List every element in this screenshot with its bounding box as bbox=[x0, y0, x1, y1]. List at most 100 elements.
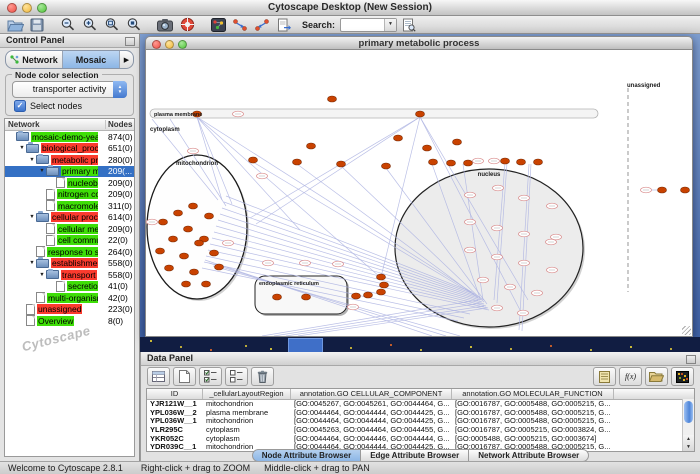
tree-header[interactable]: Network Nodes bbox=[5, 119, 134, 131]
mitochondrion-region[interactable] bbox=[147, 155, 247, 299]
network-node[interactable] bbox=[182, 281, 191, 287]
layout-icon[interactable] bbox=[230, 17, 250, 32]
float-panel-icon[interactable] bbox=[125, 37, 135, 46]
network-node[interactable] bbox=[447, 160, 456, 166]
network-node[interactable] bbox=[352, 293, 361, 299]
expander-icon[interactable]: ▼ bbox=[28, 260, 36, 266]
network-node[interactable] bbox=[364, 292, 373, 298]
tree-row[interactable]: nitrogen compo209(0) bbox=[5, 189, 134, 201]
network-node[interactable] bbox=[156, 248, 165, 254]
network-canvas[interactable]: plasma membranecytoplasmmitochondrionnuc… bbox=[145, 50, 693, 337]
tree-row[interactable]: ▼cellular process614(0) bbox=[5, 212, 134, 224]
network-node[interactable] bbox=[273, 294, 282, 300]
network-node[interactable] bbox=[377, 289, 386, 295]
vizmapper-icon[interactable] bbox=[208, 17, 228, 32]
network-node[interactable] bbox=[464, 160, 473, 166]
network-graph[interactable]: plasma membranecytoplasmmitochondrionnuc… bbox=[146, 50, 692, 336]
tree-row[interactable]: mosaic-demo-yeast874(0) bbox=[5, 131, 134, 143]
delete-attribute-icon[interactable] bbox=[251, 367, 274, 386]
tree-row[interactable]: nucleobase-209(0) bbox=[5, 177, 134, 189]
network-node[interactable] bbox=[159, 219, 168, 225]
matrix-icon[interactable] bbox=[671, 367, 694, 386]
column-header[interactable]: _cellularLayoutRegion bbox=[203, 389, 291, 399]
expander-icon[interactable]: ▼ bbox=[28, 214, 36, 220]
tab-overflow-arrow[interactable]: ▶ bbox=[120, 51, 133, 68]
network-node[interactable] bbox=[337, 161, 346, 167]
network-node[interactable] bbox=[429, 159, 438, 165]
network-node[interactable] bbox=[215, 264, 224, 270]
table-row[interactable]: YPL036W__1mitochondrion[GO:0044464, GO:0… bbox=[147, 417, 694, 426]
network-node[interactable] bbox=[377, 274, 386, 280]
scrollbar-thumb[interactable] bbox=[684, 401, 693, 423]
expander-icon[interactable]: ▼ bbox=[28, 157, 36, 163]
network-node[interactable] bbox=[517, 159, 526, 165]
unselect-attributes-icon[interactable] bbox=[225, 367, 248, 386]
import-attributes-icon[interactable] bbox=[593, 367, 616, 386]
network-node[interactable] bbox=[534, 159, 543, 165]
table-row[interactable]: YLR295Ccytoplasm[GO:0045263, GO:0044464,… bbox=[147, 426, 694, 435]
nucleus-region[interactable] bbox=[395, 169, 583, 327]
network-node[interactable] bbox=[302, 294, 311, 300]
select-attributes-icon[interactable] bbox=[199, 367, 222, 386]
tree-row[interactable]: Overview8(0) bbox=[5, 315, 134, 327]
tree-row[interactable]: multi-organism pro42(0) bbox=[5, 292, 134, 304]
network-node[interactable] bbox=[189, 203, 198, 209]
tree-row[interactable]: ▼biological_process651(0) bbox=[5, 143, 134, 155]
network-node[interactable] bbox=[394, 135, 403, 141]
network-node[interactable] bbox=[307, 143, 316, 149]
tree-row[interactable]: cell communicat22(0) bbox=[5, 235, 134, 247]
open-icon[interactable] bbox=[5, 17, 25, 32]
network-node[interactable] bbox=[501, 158, 510, 164]
checkbox-checked-icon[interactable]: ✓ bbox=[14, 100, 26, 112]
tree-header-nodes[interactable]: Nodes bbox=[108, 119, 132, 130]
network-node[interactable] bbox=[210, 250, 219, 256]
tree-row[interactable]: ▼establishment of lo558(0) bbox=[5, 258, 134, 270]
window-titlebar[interactable]: Cytoscape Desktop (New Session) bbox=[0, 0, 700, 16]
column-header[interactable]: annotation.GO MOLECULAR_FUNCTION bbox=[452, 389, 614, 399]
zoom-fit-icon[interactable] bbox=[102, 17, 122, 32]
network-node[interactable] bbox=[658, 187, 667, 193]
zoom-in-icon[interactable] bbox=[80, 17, 100, 32]
formula-icon[interactable]: f(x) bbox=[619, 367, 642, 386]
network-node[interactable] bbox=[453, 139, 462, 145]
network-node[interactable] bbox=[184, 226, 193, 232]
network-node[interactable] bbox=[293, 159, 302, 165]
column-header[interactable]: ID bbox=[147, 389, 203, 399]
save-icon[interactable] bbox=[27, 17, 47, 32]
network-node[interactable] bbox=[169, 236, 178, 242]
tree-header-network[interactable]: Network bbox=[8, 119, 40, 130]
plugin-manager-icon[interactable] bbox=[274, 17, 294, 32]
resize-grip[interactable] bbox=[682, 326, 691, 335]
network-node[interactable] bbox=[380, 282, 389, 288]
attribute-table[interactable]: ID_cellularLayoutRegionannotation.GO CEL… bbox=[146, 388, 695, 452]
node-color-dropdown[interactable]: transporter activity ▲▼ bbox=[12, 81, 127, 98]
network-node[interactable] bbox=[423, 145, 432, 151]
expander-icon[interactable]: ▼ bbox=[38, 272, 46, 278]
network-node[interactable] bbox=[195, 240, 204, 246]
scroll-up-icon[interactable]: ▲ bbox=[683, 435, 694, 443]
network-node[interactable] bbox=[165, 265, 174, 271]
network-node[interactable] bbox=[328, 96, 337, 102]
zoom-selected-icon[interactable] bbox=[124, 17, 144, 32]
snapshot-icon[interactable] bbox=[155, 17, 175, 32]
attribute-table-header[interactable]: ID_cellularLayoutRegionannotation.GO CEL… bbox=[147, 389, 694, 400]
help-icon[interactable] bbox=[177, 17, 197, 32]
tree-row[interactable]: macromolecule311(0) bbox=[5, 200, 134, 212]
table-scrollbar[interactable] bbox=[682, 399, 694, 435]
new-attribute-icon[interactable] bbox=[173, 367, 196, 386]
tree-row[interactable]: secretion41(0) bbox=[5, 281, 134, 293]
network-window-titlebar[interactable]: primary metabolic process bbox=[145, 36, 693, 50]
tree-row[interactable]: ▼transport558(0) bbox=[5, 269, 134, 281]
tree-row[interactable]: ▼primary metabo209(... bbox=[5, 166, 134, 178]
table-row[interactable]: YJR121W__1mitochondrion[GO:0045267, GO:0… bbox=[147, 400, 694, 409]
network-node[interactable] bbox=[190, 269, 199, 275]
tree-row[interactable]: cellular metabo209(0) bbox=[5, 223, 134, 235]
layout-edit-icon[interactable] bbox=[252, 17, 272, 32]
panel-tab-network[interactable]: Network bbox=[6, 51, 63, 68]
panel-tab-mosaic[interactable]: Mosaic bbox=[63, 51, 120, 68]
network-node[interactable] bbox=[382, 163, 391, 169]
network-node[interactable] bbox=[205, 213, 214, 219]
float-panel-icon[interactable] bbox=[686, 355, 696, 364]
network-node[interactable] bbox=[202, 281, 211, 287]
expander-icon[interactable]: ▼ bbox=[18, 145, 26, 151]
